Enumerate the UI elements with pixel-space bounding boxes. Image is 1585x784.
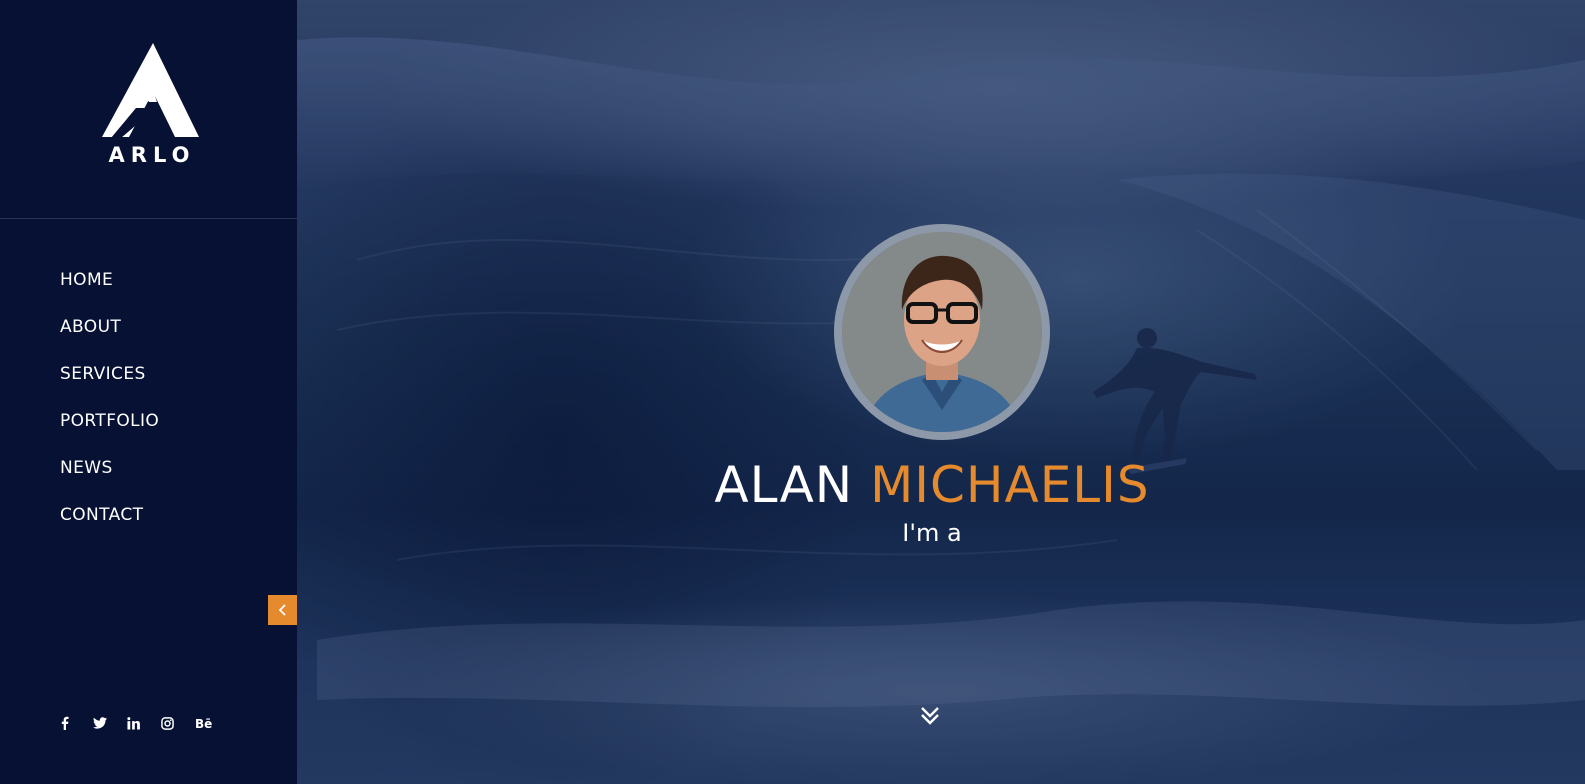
chevron-left-icon [278,604,286,616]
hero-section: ALAN MICHAELIS I'm a [297,0,1585,784]
brand-logo[interactable]: ARLO [99,40,201,170]
twitter-icon [93,717,107,729]
main-nav: HOME ABOUT SERVICES PORTFOLIO NEWS CONTA… [60,265,159,547]
profile-photo [842,232,1042,432]
hero-name: ALAN MICHAELIS [297,455,1567,515]
double-chevron-down-icon [921,707,939,725]
social-links: Bē [57,713,227,733]
linkedin-icon [127,716,140,730]
instagram-link[interactable] [159,713,193,733]
behance-link[interactable]: Bē [193,713,227,733]
facebook-icon [61,716,69,730]
behance-icon: Bē [195,717,212,729]
arlo-mountain-logo-icon [102,43,199,138]
nav-item-about[interactable]: ABOUT [60,312,159,359]
brand-name: ARLO [108,143,196,167]
hero-last-name: MICHAELIS [870,456,1150,514]
nav-item-services[interactable]: SERVICES [60,359,159,406]
hero-first-name: ALAN [714,456,854,514]
nav-item-portfolio[interactable]: PORTFOLIO [60,406,159,453]
scroll-down-button[interactable] [919,705,941,727]
nav-item-news[interactable]: NEWS [60,453,159,500]
facebook-link[interactable] [57,713,91,733]
svg-text:Bē: Bē [195,717,212,729]
twitter-link[interactable] [91,713,125,733]
hero-subtitle: I'm a [902,519,962,547]
profile-avatar [834,224,1050,440]
sidebar-divider [0,218,297,219]
linkedin-link[interactable] [125,713,159,733]
nav-item-contact[interactable]: CONTACT [60,500,159,547]
sidebar-collapse-button[interactable] [268,595,298,625]
sidebar: ARLO HOME ABOUT SERVICES PORTFOLIO NEWS … [0,0,298,784]
instagram-icon [161,716,174,730]
nav-item-home[interactable]: HOME [60,265,159,312]
